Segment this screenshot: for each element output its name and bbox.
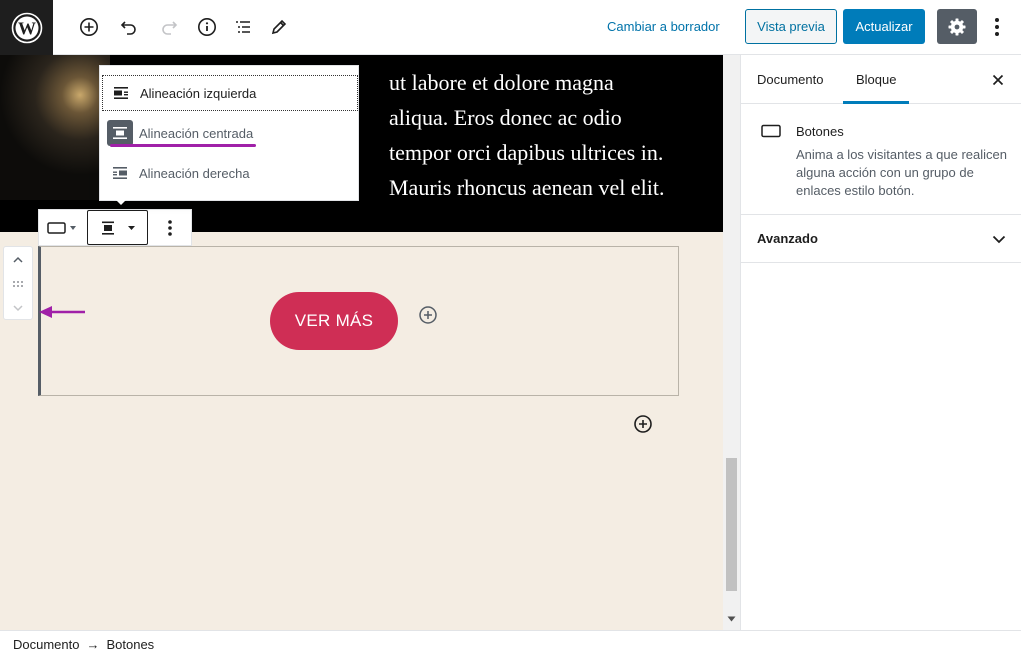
settings-gear-icon[interactable]: [937, 9, 977, 44]
cover-line: tempor orci dapibus ultrices in.: [389, 140, 664, 165]
menu-item-label: Alineación centrada: [139, 125, 254, 141]
add-block-icon[interactable]: [76, 14, 102, 40]
add-block-inline-icon[interactable]: [633, 414, 653, 434]
annotation-underline: [110, 144, 256, 147]
svg-text:W: W: [18, 18, 36, 38]
cover-background-image: [0, 55, 110, 200]
drag-handle-icon[interactable]: [4, 273, 32, 295]
tab-bloque[interactable]: Bloque: [843, 55, 910, 104]
dropdown-pointer: [114, 198, 128, 205]
menu-item-align-left[interactable]: Alineación izquierda: [102, 75, 358, 111]
breadcrumb: Documento → Botones: [0, 630, 1021, 657]
scroll-down-arrow-icon[interactable]: [727, 616, 736, 622]
chevron-down-icon: [992, 235, 1006, 244]
close-icon[interactable]: [988, 70, 1008, 90]
block-card: Botones Anima a los visitantes a que rea…: [741, 104, 1021, 215]
sidebar-tabs: Documento Bloque: [741, 55, 1021, 104]
block-mover: [3, 246, 33, 320]
update-button[interactable]: Actualizar: [843, 9, 925, 44]
menu-item-label: Alineación derecha: [139, 165, 250, 181]
settings-sidebar: Documento Bloque Botones Anima a los vis…: [740, 55, 1021, 630]
canvas-scrollbar[interactable]: [723, 55, 740, 630]
info-icon[interactable]: [194, 14, 220, 40]
cover-line: Mauris rhoncus aenean vel elit.: [389, 175, 665, 200]
cover-line: ut labore et dolore magna: [389, 70, 614, 95]
breadcrumb-separator: →: [86, 636, 100, 652]
redo-icon[interactable]: [156, 14, 182, 40]
undo-icon[interactable]: [116, 14, 142, 40]
block-card-title: Botones: [796, 124, 844, 139]
block-more-options-icon[interactable]: [148, 210, 191, 245]
more-options-icon[interactable]: [986, 12, 1008, 42]
alignment-dropdown-toggle[interactable]: [87, 210, 148, 245]
block-toolbar: [38, 209, 192, 246]
wordpress-logo-icon[interactable]: W: [0, 0, 53, 55]
list-view-icon[interactable]: [230, 14, 256, 40]
add-button-icon[interactable]: [418, 305, 438, 325]
align-right-icon: [107, 160, 133, 186]
cover-paragraph[interactable]: ut labore et dolore magna aliqua. Eros d…: [389, 65, 719, 205]
switch-to-draft-link[interactable]: Cambiar a borrador: [607, 19, 720, 34]
block-card-description: Anima a los visitantes a que realicen al…: [796, 147, 1008, 198]
move-down-icon[interactable]: [4, 297, 32, 319]
panel-label: Avanzado: [757, 231, 818, 246]
menu-item-label: Alineación izquierda: [140, 85, 257, 101]
panel-avanzado[interactable]: Avanzado: [741, 215, 1021, 263]
button-block-icon: [761, 124, 781, 138]
editor-header: W Cambiar a borrador Vista previa Actual…: [0, 0, 1021, 55]
edit-pencil-icon[interactable]: [266, 14, 292, 40]
ver-mas-button[interactable]: VER MÁS: [270, 292, 398, 350]
breadcrumb-item-botones[interactable]: Botones: [106, 637, 154, 652]
block-editor: W Cambiar a borrador Vista previa Actual…: [0, 0, 1021, 657]
tab-documento[interactable]: Documento: [757, 55, 823, 104]
align-center-icon: [107, 120, 133, 146]
scrollbar-thumb[interactable]: [726, 458, 737, 591]
preview-button[interactable]: Vista previa: [745, 9, 837, 44]
align-left-icon: [108, 80, 134, 106]
annotation-arrow-icon: [39, 306, 85, 318]
cover-line: aliqua. Eros donec ac odio: [389, 105, 622, 130]
alignment-menu: Alineación izquierda Alineación centrada…: [99, 65, 359, 201]
breadcrumb-item-documento[interactable]: Documento: [13, 637, 79, 652]
menu-item-align-right[interactable]: Alineación derecha: [102, 155, 358, 191]
block-type-switcher[interactable]: [39, 210, 87, 245]
move-up-icon[interactable]: [4, 249, 32, 271]
